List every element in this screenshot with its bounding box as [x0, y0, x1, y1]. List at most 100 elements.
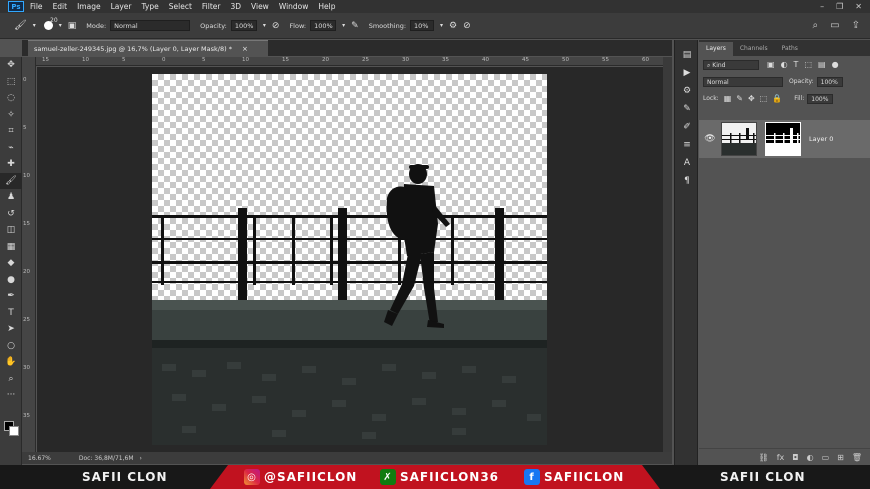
- document-canvas[interactable]: [152, 74, 547, 445]
- lock-artboard-icon[interactable]: ⬚: [760, 94, 768, 103]
- gradient-tool-icon[interactable]: ▦: [0, 239, 22, 256]
- lock-all-icon[interactable]: 🔒: [772, 94, 782, 103]
- lock-transparency-icon[interactable]: ▦: [724, 94, 732, 103]
- menu-edit[interactable]: Edit: [53, 2, 68, 11]
- close-icon[interactable]: ✕: [855, 2, 862, 11]
- airbrush-icon[interactable]: ✎: [351, 21, 359, 31]
- eyedropper-tool-icon[interactable]: ⌁: [0, 140, 22, 157]
- eraser-tool-icon[interactable]: ◫: [0, 222, 22, 239]
- smart-object-filter-icon[interactable]: ▤: [818, 60, 826, 69]
- menu-layer[interactable]: Layer: [111, 2, 132, 11]
- blur-tool-icon[interactable]: ◆: [0, 255, 22, 272]
- properties-panel-icon[interactable]: ⚙: [675, 82, 699, 100]
- chevron-down-icon[interactable]: ▾: [440, 22, 443, 29]
- chevron-down-icon[interactable]: ▾: [33, 22, 36, 29]
- chevron-down-icon[interactable]: ▾: [59, 22, 62, 29]
- workspace-icon[interactable]: ▭: [830, 20, 839, 31]
- pressure-size-icon[interactable]: ⊘: [463, 21, 471, 31]
- smoothing-field[interactable]: 10%: [410, 20, 435, 31]
- quick-select-tool-icon[interactable]: ✧: [0, 107, 22, 124]
- character-panel-icon[interactable]: A: [675, 154, 699, 172]
- fill-field[interactable]: 100%: [807, 93, 834, 104]
- dodge-tool-icon[interactable]: ●: [0, 272, 22, 289]
- layer-mask-thumbnail[interactable]: [765, 122, 801, 156]
- brush-settings-panel-icon[interactable]: ✎: [675, 100, 699, 118]
- share-icon[interactable]: ⇪: [852, 20, 860, 31]
- mode-select[interactable]: Normal: [110, 20, 191, 31]
- eye-icon[interactable]: 👁: [699, 134, 721, 144]
- close-icon[interactable]: ×: [242, 45, 248, 53]
- menu-view[interactable]: View: [251, 2, 269, 11]
- new-layer-icon[interactable]: ⊞: [837, 453, 844, 462]
- search-icon[interactable]: ⌕: [813, 20, 819, 31]
- filter-toggle-icon[interactable]: ●: [832, 60, 839, 69]
- menu-3d[interactable]: 3D: [230, 2, 241, 11]
- crop-tool-icon[interactable]: ⌗: [0, 123, 22, 140]
- brushes-panel-icon[interactable]: ✐: [675, 118, 699, 136]
- gear-icon[interactable]: ⚙: [449, 21, 457, 31]
- minimize-icon[interactable]: –: [820, 2, 824, 11]
- zoom-tool-icon[interactable]: ⌕: [0, 371, 22, 388]
- pressure-opacity-icon[interactable]: ⊘: [272, 21, 280, 31]
- brush-tool-icon[interactable]: 🖌: [14, 20, 27, 31]
- pixel-filter-icon[interactable]: ▣: [767, 60, 775, 69]
- adjustment-filter-icon[interactable]: ◐: [781, 60, 788, 69]
- menu-type[interactable]: Type: [142, 2, 159, 11]
- lock-pixels-icon[interactable]: ✎: [736, 94, 743, 103]
- lock-position-icon[interactable]: ✥: [748, 94, 755, 103]
- brush-tool-icon[interactable]: 🖌: [0, 172, 22, 189]
- adjustment-layer-icon[interactable]: ◐: [807, 453, 814, 462]
- layer-thumbnail[interactable]: [721, 122, 757, 156]
- chevron-down-icon[interactable]: ▾: [263, 22, 266, 29]
- paragraph-panel-icon[interactable]: ¶: [675, 172, 699, 190]
- link-layers-icon[interactable]: ⛓: [759, 453, 769, 462]
- opacity-field[interactable]: 100%: [230, 20, 257, 31]
- flow-field[interactable]: 100%: [310, 20, 337, 31]
- menu-filter[interactable]: Filter: [202, 2, 221, 11]
- tab-channels[interactable]: Channels: [733, 42, 775, 56]
- more-tools-icon[interactable]: ···: [0, 387, 22, 404]
- tab-paths[interactable]: Paths: [775, 42, 805, 56]
- history-brush-tool-icon[interactable]: ↺: [0, 206, 22, 223]
- type-tool-icon[interactable]: T: [0, 305, 22, 322]
- menu-image[interactable]: Image: [77, 2, 101, 11]
- kind-filter-select[interactable]: ⌕ Kind: [703, 59, 759, 70]
- add-mask-icon[interactable]: ◘: [792, 453, 798, 462]
- marquee-tool-icon[interactable]: ⬚: [0, 74, 22, 91]
- hand-tool-icon[interactable]: ✋: [0, 354, 22, 371]
- clone-stamp-tool-icon[interactable]: ♟: [0, 189, 22, 206]
- layer-opacity-field[interactable]: 100%: [816, 76, 843, 87]
- menu-help[interactable]: Help: [318, 2, 335, 11]
- restore-icon[interactable]: ❐: [836, 2, 843, 11]
- tab-layers[interactable]: Layers: [699, 42, 733, 56]
- shape-filter-icon[interactable]: ⬚: [804, 60, 812, 69]
- history-panel-icon[interactable]: ▤: [675, 46, 699, 64]
- lasso-tool-icon[interactable]: ◌: [0, 90, 22, 107]
- path-select-tool-icon[interactable]: ➤: [0, 321, 22, 338]
- fx-icon[interactable]: fx: [777, 453, 785, 462]
- type-filter-icon[interactable]: T: [794, 60, 799, 69]
- background-color-swatch[interactable]: [9, 426, 19, 436]
- document-tab[interactable]: samuel-zeller-249345.jpg @ 16,7% (Layer …: [28, 40, 268, 56]
- menu-file[interactable]: File: [30, 2, 43, 11]
- trash-icon[interactable]: 🗑: [852, 453, 862, 462]
- menu-select[interactable]: Select: [169, 2, 192, 11]
- new-group-icon[interactable]: ▭: [822, 453, 830, 462]
- layer-name[interactable]: Layer 0: [809, 135, 833, 143]
- canvas-area[interactable]: [37, 67, 663, 452]
- actions-panel-icon[interactable]: ▶: [675, 64, 699, 82]
- zoom-readout[interactable]: 16.67%: [28, 455, 51, 462]
- adjustments-panel-icon[interactable]: ≡: [675, 136, 699, 154]
- layer-row[interactable]: 👁 Layer 0: [699, 120, 870, 158]
- brush-settings-icon[interactable]: ▣: [68, 21, 77, 31]
- move-tool-icon[interactable]: ✥: [0, 57, 22, 74]
- pen-tool-icon[interactable]: ✒: [0, 288, 22, 305]
- shape-tool-icon[interactable]: ○: [0, 338, 22, 355]
- blend-mode-select[interactable]: Normal: [703, 76, 783, 87]
- chevron-right-icon[interactable]: ›: [140, 455, 142, 462]
- menu-window[interactable]: Window: [279, 2, 309, 11]
- healing-tool-icon[interactable]: ✚: [0, 156, 22, 173]
- chevron-down-icon[interactable]: ▾: [342, 22, 345, 29]
- layers-panel: Layers Channels Paths ⌕ Kind ▣ ◐ T ⬚ ▤ ●…: [699, 40, 870, 465]
- vertical-scrollbar[interactable]: [663, 57, 672, 452]
